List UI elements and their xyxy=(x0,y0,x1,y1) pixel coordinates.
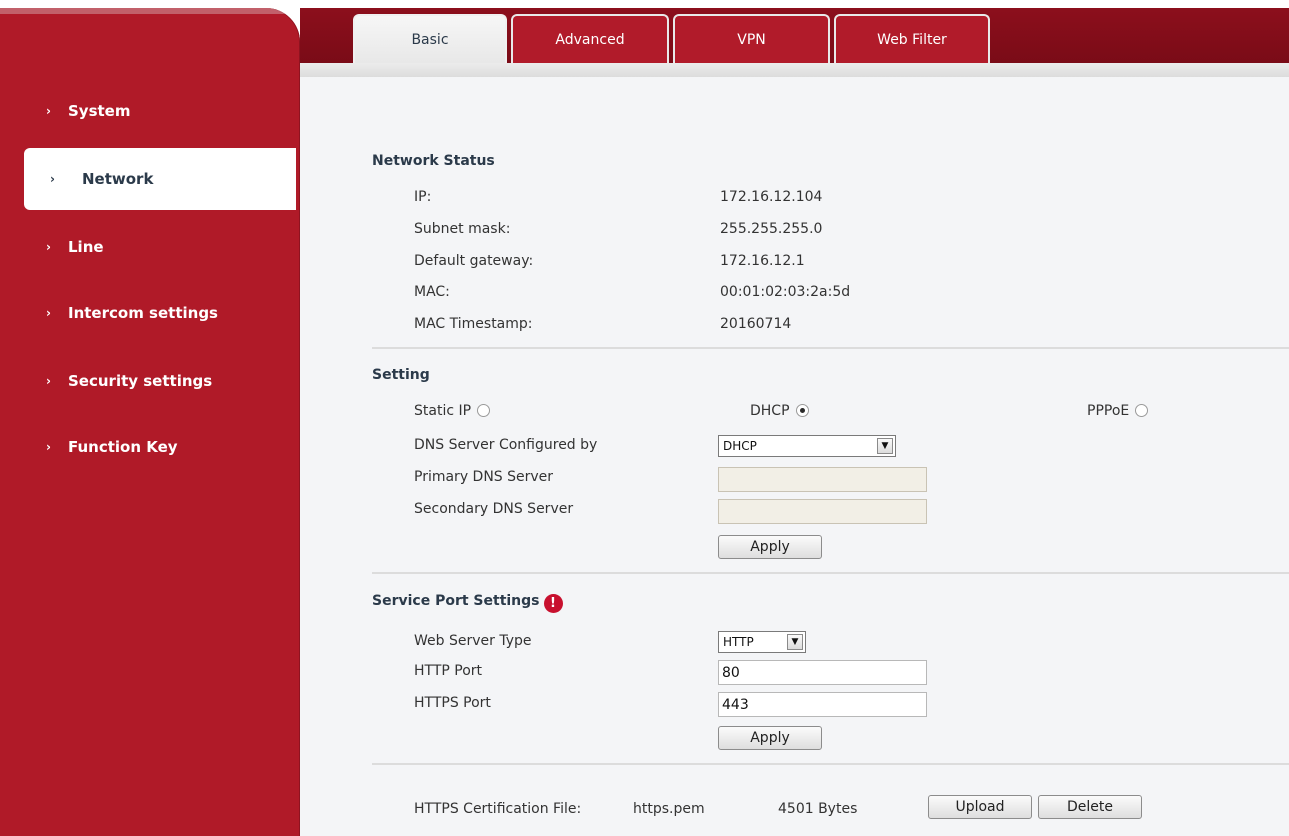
chevron-right-icon: › xyxy=(46,104,51,118)
chevron-right-icon: › xyxy=(46,240,51,254)
https-cert-size: 4501 Bytes xyxy=(778,801,858,817)
subnet-mask-label: Subnet mask: xyxy=(414,221,511,237)
sidebar: › System › Network › Line › Intercom set… xyxy=(0,8,300,836)
mac-value: 00:01:02:03:2a:5d xyxy=(720,284,851,300)
chevron-right-icon: › xyxy=(46,374,51,388)
divider xyxy=(372,347,1289,349)
http-port-label: HTTP Port xyxy=(414,663,483,679)
tab-advanced[interactable]: Advanced xyxy=(511,14,669,63)
dns-configured-value: DHCP xyxy=(723,439,757,453)
subnet-mask-value: 255.255.255.0 xyxy=(720,221,823,237)
sidebar-item-label: Line xyxy=(68,238,104,256)
static-ip-option[interactable]: Static IP xyxy=(414,403,491,419)
chevron-right-icon: › xyxy=(46,440,51,454)
https-cert-label: HTTPS Certification File: xyxy=(414,801,582,817)
mac-label: MAC: xyxy=(414,284,450,300)
sidebar-item-label: Intercom settings xyxy=(68,304,218,322)
tab-strip-base xyxy=(300,63,1289,77)
ip-label: IP: xyxy=(414,189,432,205)
dhcp-option[interactable]: DHCP xyxy=(750,403,809,419)
main-content: Network Status IP: 172.16.12.104 Subnet … xyxy=(300,77,1289,836)
setting-title: Setting xyxy=(372,367,430,383)
https-port-input[interactable] xyxy=(718,692,927,717)
sidebar-item-network[interactable]: › Network xyxy=(24,148,296,210)
pppoe-option[interactable]: PPPoE xyxy=(1087,403,1149,419)
tab-vpn-label: VPN xyxy=(737,31,766,48)
sidebar-item-line[interactable]: › Line xyxy=(0,216,296,278)
web-server-type-select[interactable]: HTTP ▼ xyxy=(718,631,806,653)
ip-value: 172.16.12.104 xyxy=(720,189,823,205)
tab-vpn[interactable]: VPN xyxy=(673,14,830,63)
default-gateway-value: 172.16.12.1 xyxy=(720,253,805,269)
static-ip-radio[interactable] xyxy=(477,404,491,417)
dhcp-radio[interactable] xyxy=(795,404,809,417)
web-server-type-label: Web Server Type xyxy=(414,633,532,649)
tab-basic-label: Basic xyxy=(411,31,449,48)
http-port-input[interactable] xyxy=(718,660,927,685)
delete-button[interactable]: Delete xyxy=(1038,795,1142,819)
https-cert-filename: https.pem xyxy=(633,801,705,817)
apply-port-button[interactable]: Apply xyxy=(718,726,822,750)
sidebar-item-security-settings[interactable]: › Security settings xyxy=(0,350,296,412)
tab-basic[interactable]: Basic xyxy=(353,14,507,63)
sidebar-item-function-key[interactable]: › Function Key xyxy=(0,416,296,478)
divider xyxy=(372,763,1289,765)
https-port-label: HTTPS Port xyxy=(414,695,491,711)
tab-web-filter-label: Web Filter xyxy=(877,31,947,48)
static-ip-label: Static IP xyxy=(414,403,472,419)
sidebar-item-label: Function Key xyxy=(68,438,178,456)
primary-dns-input[interactable] xyxy=(718,467,927,492)
dropdown-arrow-icon: ▼ xyxy=(877,438,893,454)
default-gateway-label: Default gateway: xyxy=(414,253,534,269)
mac-timestamp-value: 20160714 xyxy=(720,316,792,332)
web-server-type-value: HTTP xyxy=(723,635,754,649)
service-port-heading: Service Port Settings! xyxy=(372,593,563,613)
primary-dns-label: Primary DNS Server xyxy=(414,469,554,485)
tab-web-filter[interactable]: Web Filter xyxy=(834,14,990,63)
sidebar-item-label: System xyxy=(68,102,131,120)
dhcp-label: DHCP xyxy=(750,403,790,419)
pppoe-radio[interactable] xyxy=(1135,404,1149,417)
secondary-dns-label: Secondary DNS Server xyxy=(414,501,574,517)
sidebar-item-intercom-settings[interactable]: › Intercom settings xyxy=(0,282,296,344)
network-status-title: Network Status xyxy=(372,153,495,169)
divider xyxy=(372,572,1289,574)
dns-configured-label: DNS Server Configured by xyxy=(414,437,598,453)
dropdown-arrow-icon: ▼ xyxy=(787,634,803,650)
tab-advanced-label: Advanced xyxy=(555,31,625,48)
sidebar-item-label: Security settings xyxy=(68,372,213,390)
sidebar-item-label: Network xyxy=(82,170,154,188)
secondary-dns-input[interactable] xyxy=(718,499,927,524)
pppoe-label: PPPoE xyxy=(1087,403,1130,419)
dns-configured-select[interactable]: DHCP ▼ xyxy=(718,435,896,457)
sidebar-item-system[interactable]: › System xyxy=(0,80,296,142)
mac-timestamp-label: MAC Timestamp: xyxy=(414,316,533,332)
upload-button[interactable]: Upload xyxy=(928,795,1032,819)
apply-network-button[interactable]: Apply xyxy=(718,535,822,559)
chevron-right-icon: › xyxy=(46,306,51,320)
service-port-title: Service Port Settings xyxy=(372,593,540,609)
help-icon[interactable]: ! xyxy=(543,594,563,613)
chevron-right-icon: › xyxy=(50,172,55,186)
